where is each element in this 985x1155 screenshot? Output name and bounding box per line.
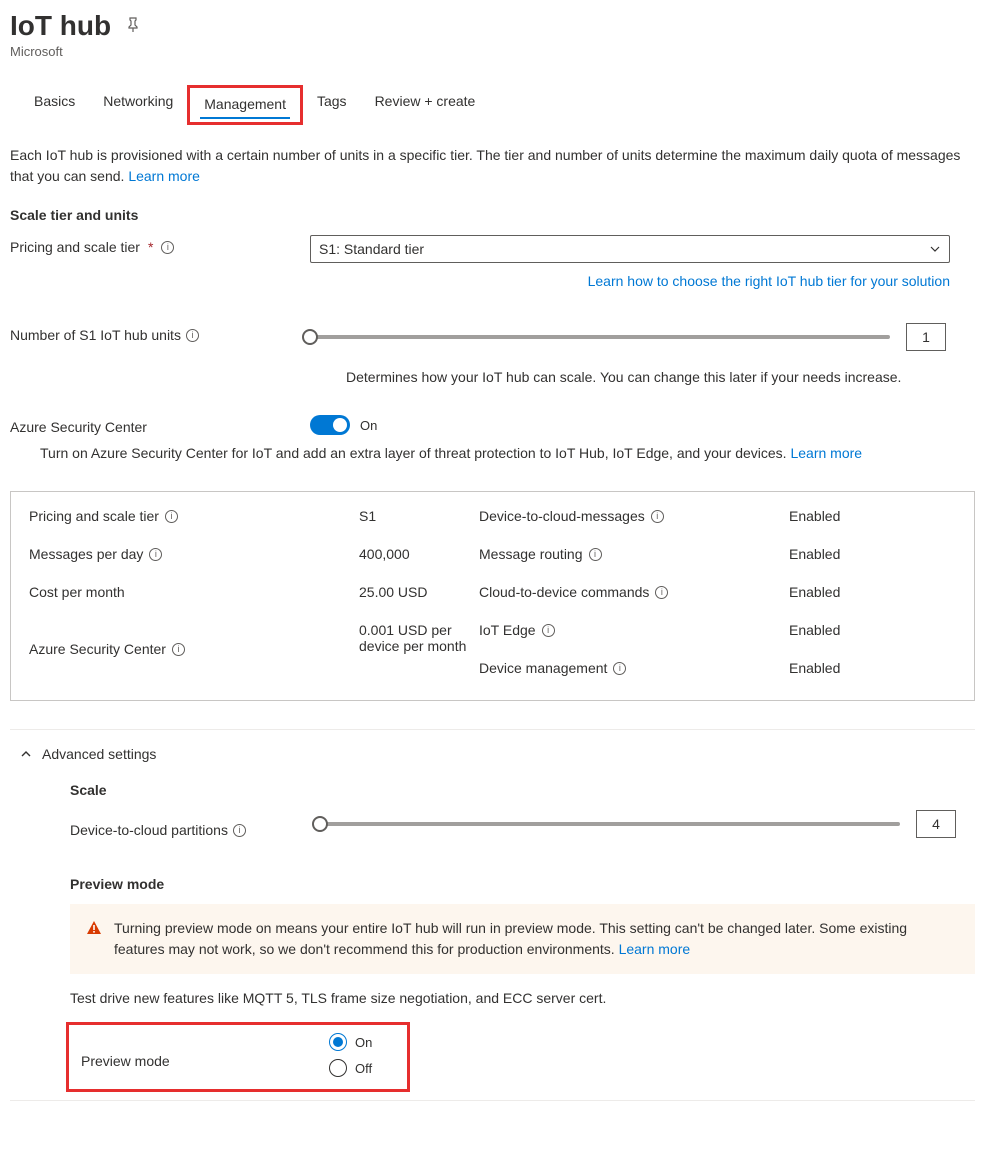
asc-toggle[interactable] <box>310 415 350 435</box>
asc-learn-more-link[interactable]: Learn more <box>790 445 862 461</box>
summary-devmgmt-value: Enabled <box>789 660 956 676</box>
summary-devmgmt-label: Device managementi <box>479 660 789 676</box>
info-icon[interactable]: i <box>161 241 174 254</box>
summary-panel: Pricing and scale tieri S1 Device-to-clo… <box>10 491 975 701</box>
preview-off-label: Off <box>355 1061 372 1076</box>
page-subtitle: Microsoft <box>10 44 975 59</box>
info-icon[interactable]: i <box>589 548 602 561</box>
partitions-label: Device-to-cloud partitions i <box>70 818 320 838</box>
preview-mode-label: Preview mode <box>81 1033 329 1085</box>
summary-pricing-value: S1 <box>359 508 479 524</box>
summary-asc-label: Azure Security Centeri <box>29 622 359 676</box>
preview-desc: Test drive new features like MQTT 5, TLS… <box>70 990 975 1006</box>
asc-label: Azure Security Center <box>10 415 310 435</box>
preview-on-label: On <box>355 1035 372 1050</box>
preview-warning-learn-more-link[interactable]: Learn more <box>619 941 691 957</box>
info-icon[interactable]: i <box>542 624 555 637</box>
preview-off-radio[interactable] <box>329 1059 347 1077</box>
tab-review-create[interactable]: Review + create <box>361 85 490 125</box>
summary-routing-label: Message routingi <box>479 546 789 562</box>
scale-section-title: Scale tier and units <box>10 207 975 223</box>
info-icon[interactable]: i <box>149 548 162 561</box>
units-slider[interactable] <box>310 335 890 339</box>
pin-icon[interactable] <box>125 17 141 36</box>
info-icon[interactable]: i <box>172 643 185 656</box>
pricing-label: Pricing and scale tier* i <box>10 235 310 255</box>
info-icon[interactable]: i <box>651 510 664 523</box>
tab-management[interactable]: Management <box>187 85 303 125</box>
slider-thumb[interactable] <box>302 329 318 345</box>
summary-c2d-label: Cloud-to-device commandsi <box>479 584 789 600</box>
summary-c2d-value: Enabled <box>789 584 956 600</box>
info-icon[interactable]: i <box>655 586 668 599</box>
summary-msgperday-label: Messages per dayi <box>29 546 359 562</box>
warning-icon <box>86 920 102 936</box>
tier-help-link[interactable]: Learn how to choose the right IoT hub ti… <box>588 273 950 289</box>
units-caption: Determines how your IoT hub can scale. Y… <box>346 369 975 385</box>
summary-msgperday-value: 400,000 <box>359 546 479 562</box>
tab-bar: Basics Networking Management Tags Review… <box>10 85 975 125</box>
summary-asc-value: 0.001 USD per device per month <box>359 622 479 676</box>
info-icon[interactable]: i <box>165 510 178 523</box>
summary-edge-value: Enabled <box>789 622 956 638</box>
preview-on-radio[interactable] <box>329 1033 347 1051</box>
preview-mode-highlight: Preview mode On Off <box>66 1022 410 1092</box>
summary-edge-label: IoT Edgei <box>479 622 789 638</box>
chevron-up-icon <box>20 748 32 760</box>
summary-d2c-label: Device-to-cloud-messagesi <box>479 508 789 524</box>
units-label: Number of S1 IoT hub units i <box>10 323 310 343</box>
chevron-down-icon <box>929 243 941 255</box>
summary-pricing-label: Pricing and scale tieri <box>29 508 359 524</box>
pricing-select[interactable]: S1: Standard tier <box>310 235 950 263</box>
summary-cost-label: Cost per month <box>29 584 359 600</box>
summary-cost-value: 25.00 USD <box>359 584 479 600</box>
preview-warning: Turning preview mode on means your entir… <box>70 904 975 974</box>
summary-d2c-value: Enabled <box>789 508 956 524</box>
partitions-slider[interactable] <box>320 822 900 826</box>
tab-basics[interactable]: Basics <box>20 85 89 125</box>
intro-text: Each IoT hub is provisioned with a certa… <box>10 145 975 187</box>
tab-tags[interactable]: Tags <box>303 85 361 125</box>
info-icon[interactable]: i <box>613 662 626 675</box>
advanced-settings-toggle[interactable]: Advanced settings <box>10 746 975 762</box>
adv-scale-title: Scale <box>70 782 975 798</box>
info-icon[interactable]: i <box>233 824 246 837</box>
asc-toggle-state: On <box>360 418 377 433</box>
units-value-input[interactable]: 1 <box>906 323 946 351</box>
page-title: IoT hub <box>10 10 111 42</box>
partitions-value-input[interactable]: 4 <box>916 810 956 838</box>
preview-mode-title: Preview mode <box>70 876 975 892</box>
intro-learn-more-link[interactable]: Learn more <box>128 168 200 184</box>
asc-description: Turn on Azure Security Center for IoT an… <box>40 445 975 461</box>
info-icon[interactable]: i <box>186 329 199 342</box>
summary-routing-value: Enabled <box>789 546 956 562</box>
tab-networking[interactable]: Networking <box>89 85 187 125</box>
slider-thumb[interactable] <box>312 816 328 832</box>
